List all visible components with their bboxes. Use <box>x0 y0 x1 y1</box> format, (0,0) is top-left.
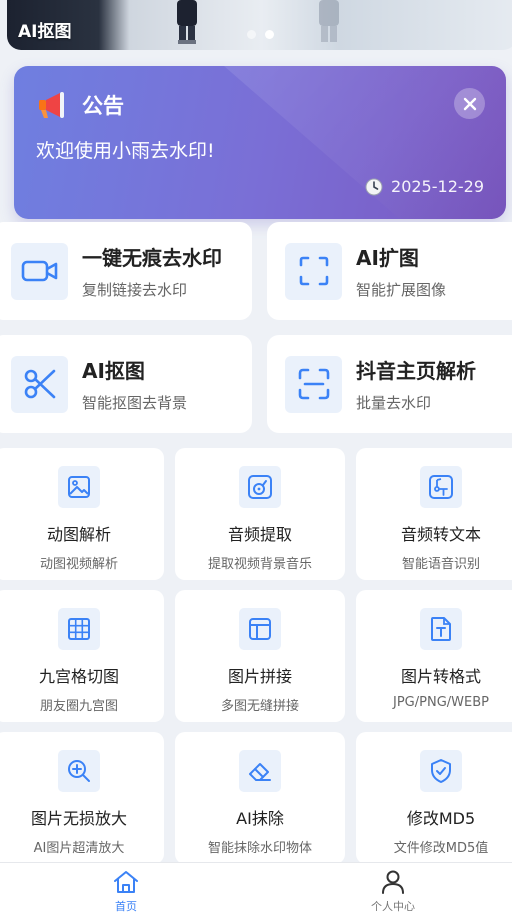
feature-card-ai-expand[interactable]: AI扩图 智能扩展图像 <box>267 222 512 320</box>
tool-title: 图片无损放大 <box>30 809 127 828</box>
user-icon <box>382 870 404 894</box>
announcement-message: 欢迎使用小雨去水印! <box>36 140 215 162</box>
file-type-icon <box>431 617 451 641</box>
tool-subtitle: 朋友圈九宫图 <box>39 699 118 714</box>
tool-subtitle: 智能抹除水印物体 <box>207 841 312 856</box>
feature-subtitle: 智能扩展图像 <box>356 281 447 299</box>
tool-card-gif-parse[interactable]: 动图解析 动图视频解析 <box>0 448 164 580</box>
megaphone-icon <box>39 92 64 118</box>
tab-label: 个人中心 <box>371 900 415 913</box>
carousel-dot-active[interactable] <box>265 30 274 39</box>
tool-title: 修改MD5 <box>406 809 476 828</box>
tool-title: 九宫格切图 <box>38 667 119 686</box>
tool-card-md5[interactable]: 修改MD5 文件修改MD5值 <box>356 732 512 864</box>
shield-check-icon <box>431 759 451 783</box>
tool-card-nine-grid[interactable]: 九宫格切图 朋友圈九宫图 <box>0 590 164 722</box>
tool-title: 图片转格式 <box>400 667 481 686</box>
tool-card-image-stitch[interactable]: 图片拼接 多图无缝拼接 <box>175 590 345 722</box>
tab-profile[interactable]: 个人中心 <box>353 869 433 913</box>
tool-subtitle: JPG/PNG/WEBP <box>393 695 489 710</box>
feature-card-douyin-parse[interactable]: 抖音主页解析 批量去水印 <box>267 335 512 433</box>
tool-card-audio-to-text[interactable]: 音频转文本 智能语音识别 <box>356 448 512 580</box>
feature-title: 一键无痕去水印 <box>82 246 222 270</box>
scissors-icon <box>24 369 55 399</box>
layout-icon <box>249 618 271 640</box>
banner-figure-image <box>177 0 197 44</box>
feature-title: 抖音主页解析 <box>356 359 476 383</box>
zoom-in-icon <box>68 760 90 782</box>
carousel-dot[interactable] <box>247 30 256 39</box>
tool-subtitle: 智能语音识别 <box>401 557 480 572</box>
carousel-indicator <box>247 30 274 39</box>
video-camera-icon <box>21 260 57 282</box>
close-icon <box>463 97 476 110</box>
grid-icon <box>68 618 90 640</box>
bottom-tab-bar: 首页 个人中心 <box>0 862 512 913</box>
eraser-icon <box>249 763 271 781</box>
tool-card-format-convert[interactable]: 图片转格式 JPG/PNG/WEBP <box>356 590 512 722</box>
expand-frame-icon <box>299 256 328 286</box>
tool-title: AI抹除 <box>236 809 284 828</box>
tool-subtitle: 文件修改MD5值 <box>393 841 489 856</box>
music-disc-icon <box>248 475 272 499</box>
close-button[interactable] <box>454 88 485 119</box>
feature-card-ai-cutout[interactable]: AI抠图 智能抠图去背景 <box>0 335 252 433</box>
announcement-date-row: 2025-12-29 <box>365 177 484 196</box>
tool-subtitle: 多图无缝拼接 <box>220 699 299 714</box>
tool-card-audio-extract[interactable]: 音频提取 提取视频背景音乐 <box>175 448 345 580</box>
announcement-date: 2025-12-29 <box>391 177 484 196</box>
music-text-icon <box>429 475 453 499</box>
feature-subtitle: 智能抠图去背景 <box>82 394 188 412</box>
scan-icon <box>298 368 329 400</box>
feature-title: AI扩图 <box>356 246 419 270</box>
tool-title: 图片拼接 <box>227 667 292 686</box>
feature-card-watermark-remove[interactable]: 一键无痕去水印 复制链接去水印 <box>0 222 252 320</box>
tool-subtitle: AI图片超清放大 <box>33 841 125 856</box>
tool-card-ai-erase[interactable]: AI抹除 智能抹除水印物体 <box>175 732 345 864</box>
tool-subtitle: 动图视频解析 <box>39 557 118 572</box>
image-icon <box>68 476 90 498</box>
home-page: AI抠图 公告 欢迎使用小雨去水印! 2025-12-29 一键无痕去水印 复制… <box>0 0 512 913</box>
tool-title: 音频提取 <box>227 525 292 544</box>
announcement-card: 公告 欢迎使用小雨去水印! 2025-12-29 <box>14 66 506 219</box>
banner-figure-image <box>319 0 339 42</box>
announcement-title: 公告 <box>82 94 124 118</box>
tool-subtitle: 提取视频背景音乐 <box>207 557 312 572</box>
feature-subtitle: 复制链接去水印 <box>82 281 188 299</box>
tool-card-image-upscale[interactable]: 图片无损放大 AI图片超清放大 <box>0 732 164 864</box>
home-icon <box>114 871 138 893</box>
tool-title: 动图解析 <box>46 525 111 544</box>
tab-label: 首页 <box>115 900 137 913</box>
banner-carousel[interactable]: AI抠图 <box>7 0 512 50</box>
banner-title: AI抠图 <box>18 22 72 42</box>
tab-home[interactable]: 首页 <box>86 869 166 913</box>
feature-title: AI抠图 <box>82 359 145 383</box>
clock-icon <box>365 178 383 195</box>
feature-subtitle: 批量去水印 <box>356 394 432 412</box>
tool-title: 音频转文本 <box>400 525 481 544</box>
